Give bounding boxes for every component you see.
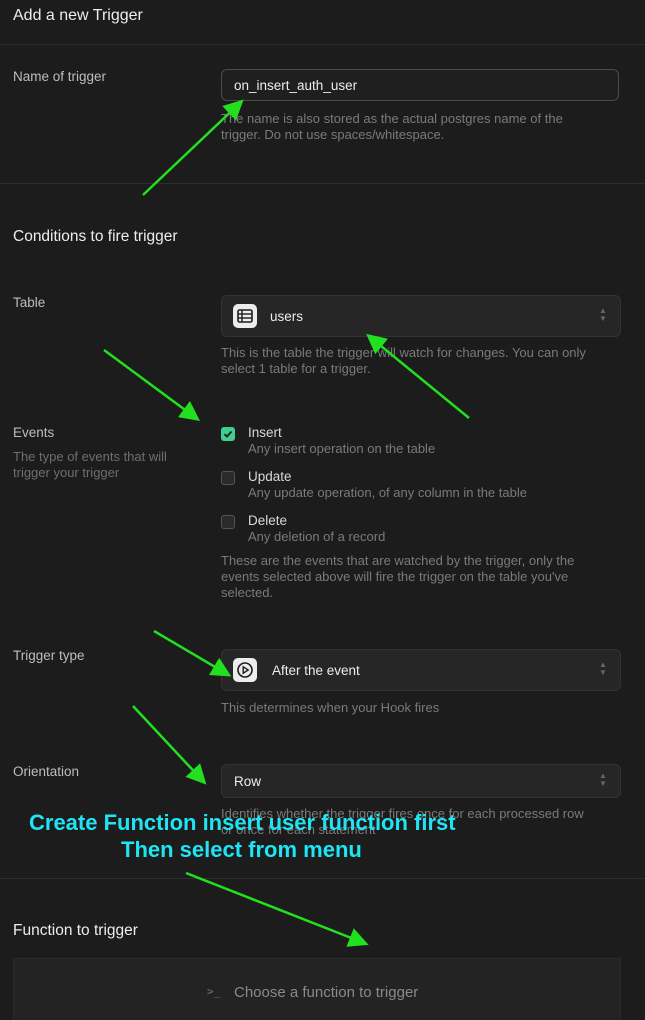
annotation-arrows	[103, 99, 470, 947]
arrow-to-table-select	[366, 333, 470, 419]
arrow-to-trigger-type	[153, 629, 232, 677]
arrow-to-name-input	[142, 99, 244, 196]
arrow-to-function-picker	[185, 871, 369, 947]
arrow-to-orientation	[132, 705, 207, 785]
arrow-to-events	[103, 348, 201, 421]
